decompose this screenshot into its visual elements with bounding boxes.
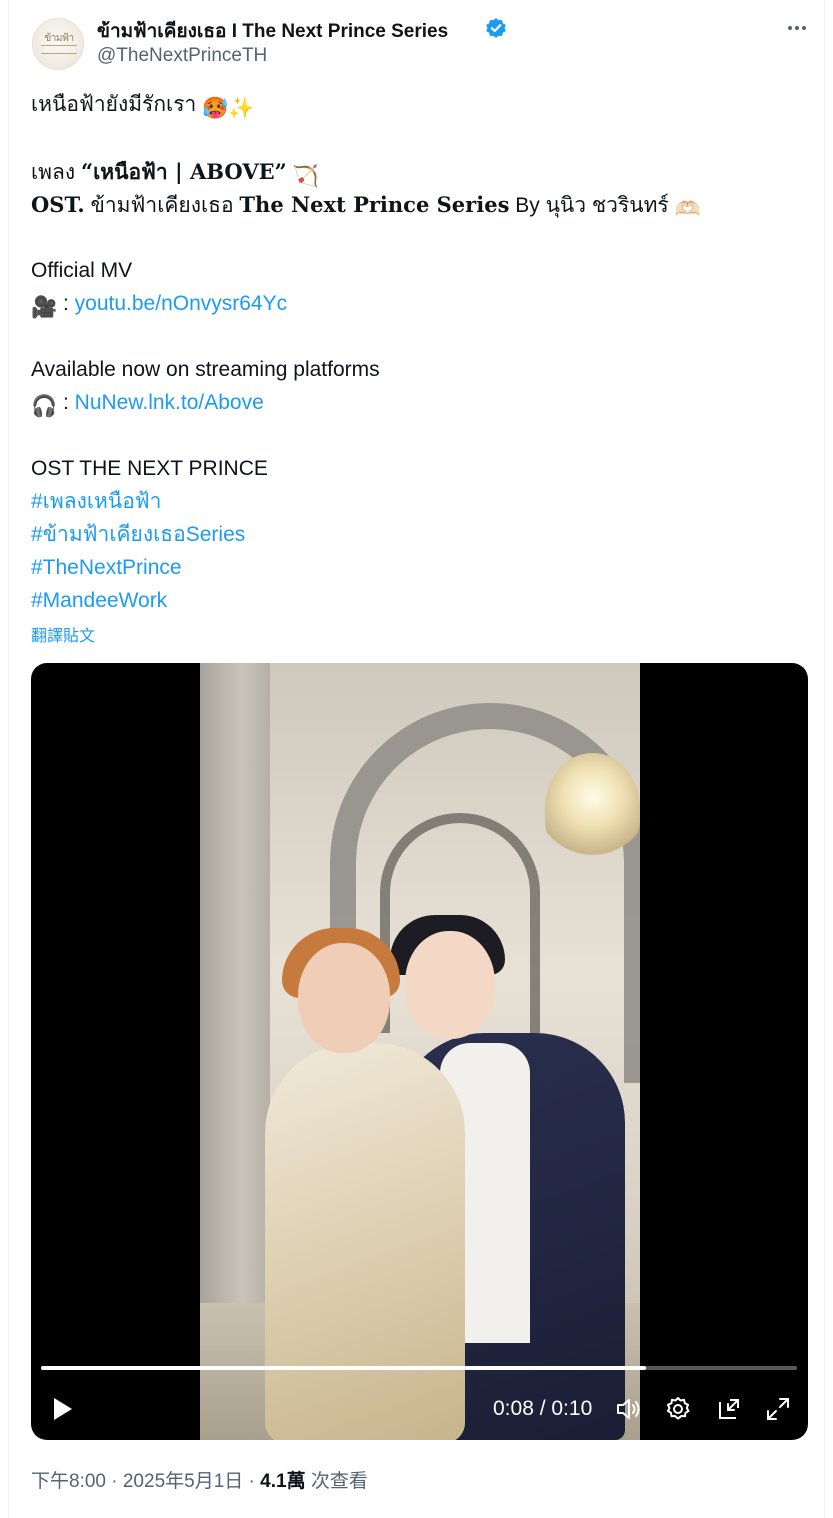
- bow-emoji: 🏹: [292, 165, 319, 188]
- settings-gear-icon[interactable]: [665, 1396, 691, 1422]
- avatar[interactable]: ข้ามฟ้า: [32, 18, 84, 70]
- mv-label: Official MV: [31, 259, 133, 282]
- video-time: 0:08 / 0:10: [493, 1397, 593, 1420]
- video-frame[interactable]: [200, 663, 640, 1440]
- hashtag-4[interactable]: #MandeeWork: [31, 587, 167, 615]
- avatar-logo-text: ข้ามฟ้า: [44, 33, 74, 44]
- headphones-icon: 🎧: [31, 395, 58, 418]
- song-prefix: เพลง: [31, 161, 81, 184]
- hashtag-3[interactable]: #TheNextPrince: [31, 554, 182, 582]
- video-person-right-face: [405, 931, 495, 1039]
- tweet-timestamp[interactable]: 下午8:00 · 2025年5月1日 ·: [31, 1471, 260, 1492]
- stream-row: 🎧 : NuNew.lnk.to/Above: [31, 389, 264, 421]
- verified-badge-icon: [486, 18, 506, 38]
- video-person-left-face: [298, 943, 390, 1053]
- stream-link[interactable]: NuNew.lnk.to/Above: [75, 391, 264, 414]
- video-chandelier: [545, 753, 640, 863]
- video-progress-bar[interactable]: [41, 1366, 797, 1370]
- ost-heading: OST THE NEXT PRINCE: [31, 457, 268, 480]
- mv-link[interactable]: youtu.be/nOnvysr64Yc: [75, 292, 287, 315]
- author-display-name[interactable]: ข้ามฟ้าเคียงเธอ I The Next Prince Series: [97, 16, 448, 46]
- stream-label: Available now on streaming platforms: [31, 358, 380, 381]
- volume-icon[interactable]: [615, 1396, 641, 1422]
- translate-post-link[interactable]: 翻譯貼文: [31, 622, 95, 646]
- tweet-line-2: เพลง “เหนือฟ้า | ABOVE” 🏹: [31, 158, 319, 191]
- hashtag-1[interactable]: #เพลงเหนือฟ้า: [31, 488, 161, 516]
- tweet-line-1: เหนือฟ้ายังมีรักเรา 🥵✨: [31, 91, 254, 123]
- movie-camera-icon: 🎥: [31, 296, 58, 319]
- author-handle[interactable]: @TheNextPrinceTH: [97, 45, 267, 67]
- stream-separator: :: [57, 391, 75, 414]
- tweet-meta: 下午8:00 · 2025年5月1日 · 4.1萬 次查看: [31, 1466, 368, 1493]
- picture-in-picture-icon[interactable]: [716, 1396, 742, 1422]
- more-options-icon[interactable]: [784, 15, 810, 41]
- artist: By นุนิว ชวรินทร์: [509, 194, 675, 217]
- video-person-left: [265, 1043, 465, 1440]
- heart-hands-emoji: 🫶🏻: [674, 198, 701, 221]
- video-progress-fill: [41, 1366, 646, 1370]
- series-name: The Next Prince Series: [239, 192, 510, 217]
- play-icon[interactable]: [49, 1396, 75, 1422]
- ost-label: OST.: [31, 192, 85, 217]
- tweet-line-3: OST. ข้ามฟ้าเคียงเธอ The Next Prince Ser…: [31, 191, 701, 224]
- mv-row: 🎥 : youtu.be/nOnvysr64Yc: [31, 290, 287, 322]
- fullscreen-icon[interactable]: [765, 1396, 791, 1422]
- hashtag-2[interactable]: #ข้ามฟ้าเคียงเธอSeries: [31, 521, 245, 549]
- view-count: 4.1萬: [260, 1471, 306, 1492]
- video-player[interactable]: 0:08 / 0:10: [31, 663, 808, 1440]
- avatar-logo-rule: [41, 45, 77, 54]
- mv-separator: :: [57, 292, 75, 315]
- view-label: 次查看: [305, 1471, 368, 1492]
- tweet-text-1: เหนือฟ้ายังมีรักเรา: [31, 93, 197, 116]
- song-title: “เหนือฟ้า | ABOVE”: [80, 159, 287, 184]
- tweet-emoji-1: 🥵✨: [202, 97, 255, 120]
- ost-thai: ข้ามฟ้าเคียงเธอ: [84, 194, 240, 217]
